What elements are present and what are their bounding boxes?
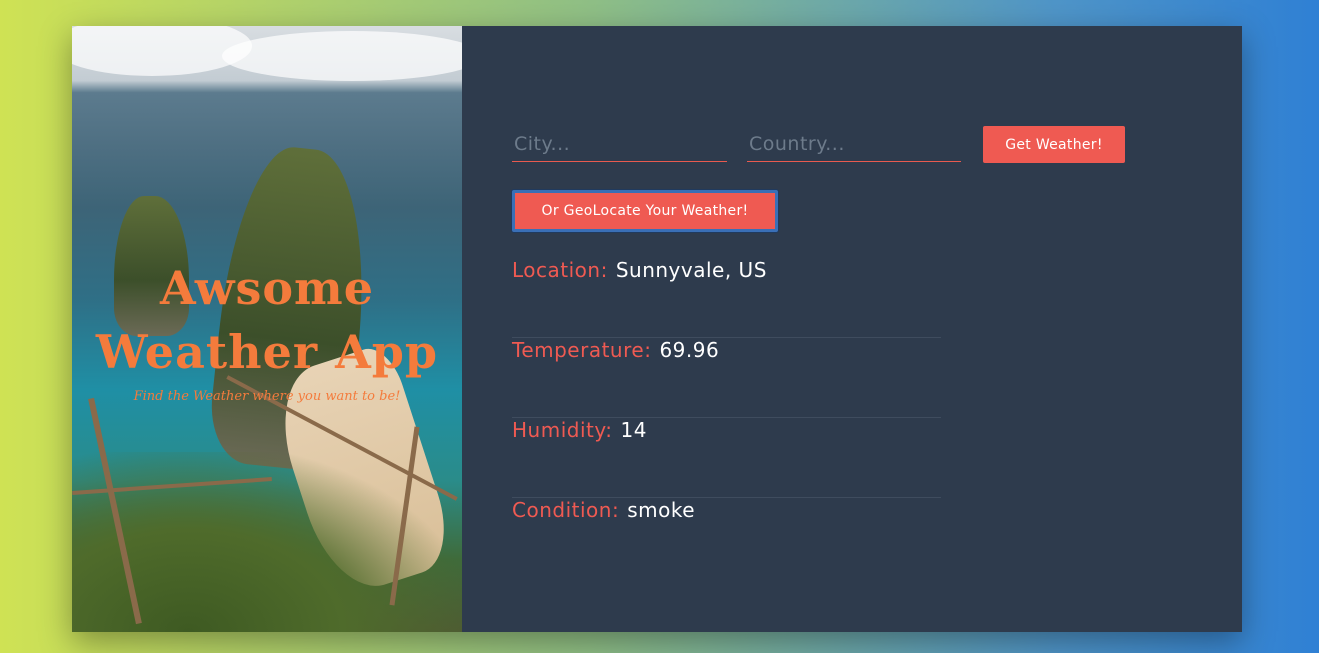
get-weather-button[interactable]: Get Weather!: [983, 126, 1125, 163]
city-input[interactable]: [512, 126, 727, 162]
temperature-value: 69.96: [659, 338, 720, 362]
condition-label: Condition:: [512, 498, 620, 522]
temperature-row: Temperature: 69.96: [512, 338, 941, 418]
temperature-label: Temperature:: [512, 338, 652, 362]
humidity-value: 14: [620, 418, 647, 442]
geolocate-button[interactable]: Or GeoLocate Your Weather!: [512, 190, 778, 232]
app-title: Awsome Weather App: [72, 256, 462, 384]
hero-image-panel: Awsome Weather App Find the Weather wher…: [72, 26, 462, 632]
app-title-line1: Awsome: [160, 261, 374, 315]
app-title-line2: Weather App: [95, 325, 439, 379]
condition-value: smoke: [627, 498, 695, 522]
location-label: Location:: [512, 258, 608, 282]
app-subtitle: Find the Weather where you want to be!: [133, 389, 401, 404]
location-value: Sunnyvale, US: [615, 258, 767, 282]
location-row: Location: Sunnyvale, US: [512, 258, 941, 338]
weather-card: Awsome Weather App Find the Weather wher…: [72, 26, 1242, 632]
cloud-shape: [222, 31, 462, 81]
humidity-label: Humidity:: [512, 418, 613, 442]
humidity-row: Humidity: 14: [512, 418, 941, 498]
weather-form-panel: Get Weather! Or GeoLocate Your Weather! …: [462, 26, 1242, 632]
country-input[interactable]: [747, 126, 961, 162]
condition-row: Condition: smoke: [512, 498, 941, 578]
